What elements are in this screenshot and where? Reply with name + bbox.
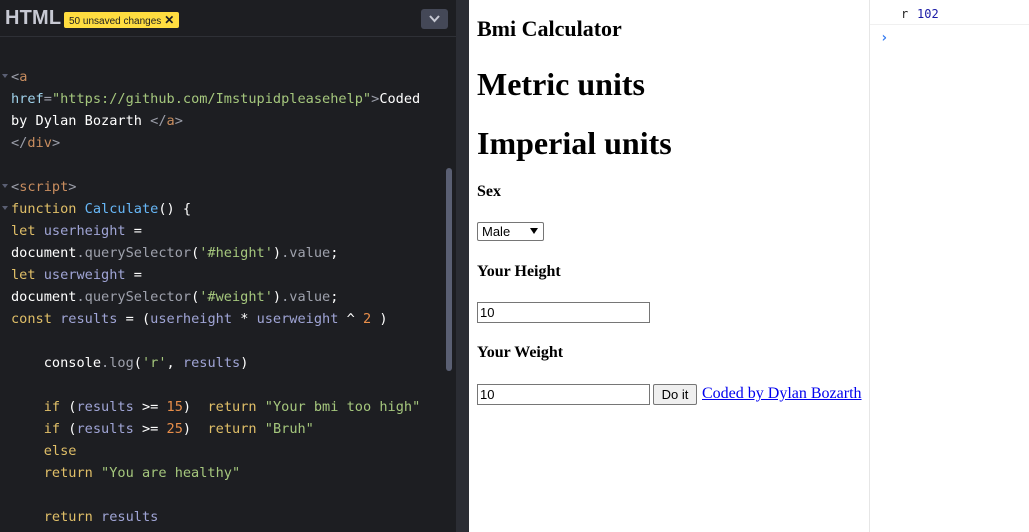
editor-header: HTML 50 unsaved changes ✕: [0, 0, 456, 37]
console-log-line: r 102: [870, 4, 1029, 25]
code-line: </div>: [11, 135, 61, 151]
page-title: Bmi Calculator: [477, 16, 622, 41]
metric-units-heading: Metric units: [477, 66, 645, 102]
imperial-units-heading: Imperial units: [477, 125, 672, 161]
do-it-button[interactable]: Do it: [653, 384, 697, 405]
height-input[interactable]: 10: [477, 302, 650, 323]
code-line: href="https://github.com/Imstupidpleaseh…: [11, 91, 421, 107]
console-log-key: r: [901, 7, 909, 21]
close-icon[interactable]: ✕: [164, 13, 174, 27]
editor-scrollbar[interactable]: [446, 168, 452, 371]
editor-options-button[interactable]: [421, 9, 448, 29]
code-line: <script>: [0, 176, 452, 198]
console-prompt-icon[interactable]: ›: [880, 30, 888, 46]
code-area[interactable]: <a href="https://github.com/Imstupidplea…: [0, 22, 452, 528]
chevron-down-icon: [429, 15, 440, 23]
height-label: Your Height: [477, 263, 561, 280]
code-line: let userweight =: [11, 267, 142, 283]
code-line: else: [11, 443, 77, 459]
code-line: if (results >= 25) return "Bruh": [11, 421, 314, 437]
html-editor-pane[interactable]: <a href="https://github.com/Imstupidplea…: [0, 0, 456, 532]
sex-label: Sex: [477, 183, 501, 200]
weight-label: Your Weight: [477, 344, 564, 361]
code-line: function Calculate() {: [0, 198, 452, 220]
weight-input[interactable]: 10: [477, 384, 650, 405]
code-line: if (results >= 15) return "Your bmi too …: [11, 399, 421, 415]
author-link[interactable]: Coded by Dylan Bozarth: [702, 385, 862, 403]
code-line: <a: [0, 66, 452, 88]
sex-select-value: Male: [482, 224, 511, 239]
unsaved-changes-badge[interactable]: 50 unsaved changes ✕: [64, 12, 180, 28]
code-line: document.querySelector('#weight').value;: [11, 289, 339, 305]
code-token: a: [19, 69, 28, 85]
editor-language-title: HTML: [5, 7, 62, 29]
unsaved-changes-label: 50 unsaved changes: [69, 16, 162, 27]
sex-select[interactable]: Male: [477, 222, 544, 241]
code-line: console.log('r', results): [11, 355, 249, 371]
dropdown-arrow-icon: [530, 228, 538, 234]
code-line: let userheight =: [11, 223, 142, 239]
console-pane: r 102 ›: [869, 0, 1029, 532]
preview-pane: Bmi Calculator Metric units Imperial uni…: [469, 0, 869, 532]
pane-resize-handle[interactable]: [456, 0, 469, 532]
code-line: by Dylan Bozarth </a>: [11, 113, 183, 129]
code-line: return "You are healthy": [11, 465, 241, 481]
console-log-value: 102: [917, 7, 939, 21]
code-line: const results = (userheight * userweight…: [11, 311, 388, 327]
code-line: return results: [11, 509, 159, 525]
code-line: document.querySelector('#height').value;: [11, 245, 339, 261]
